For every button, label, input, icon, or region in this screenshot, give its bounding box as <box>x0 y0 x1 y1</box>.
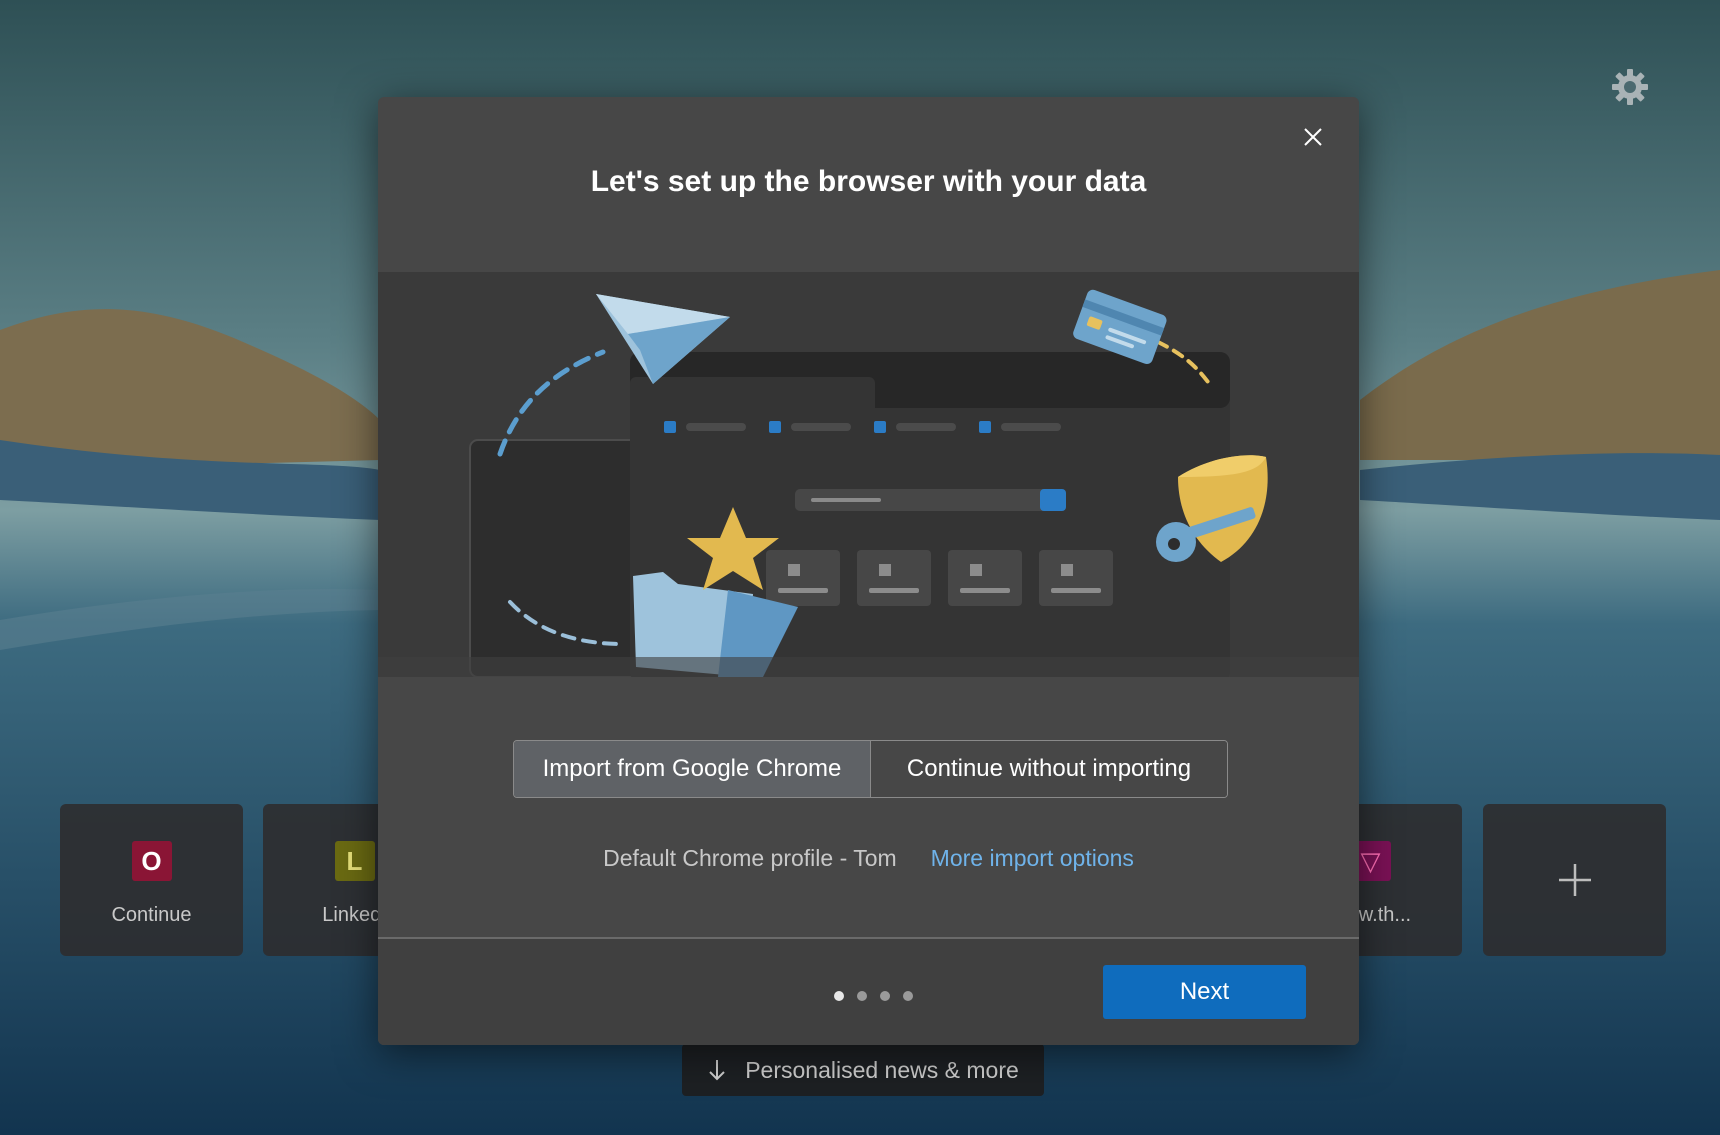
step-dot <box>834 991 844 1001</box>
next-button[interactable]: Next <box>1103 965 1306 1019</box>
more-import-options-link[interactable]: More import options <box>931 845 1134 872</box>
continue-without-importing-button[interactable]: Continue without importing <box>870 741 1227 797</box>
news-label: Personalised news & more <box>745 1056 1019 1083</box>
gear-icon <box>1612 69 1648 105</box>
import-choice-group: Import from Google Chrome Continue witho… <box>513 740 1228 798</box>
add-site-tile[interactable] <box>1483 804 1666 956</box>
dialog-footer: Next <box>378 937 1359 1045</box>
plus-icon <box>1558 864 1591 896</box>
import-from-chrome-button[interactable]: Import from Google Chrome <box>514 741 870 797</box>
profile-text: Default Chrome profile - Tom <box>603 845 897 871</box>
step-dot <box>903 991 913 1001</box>
arrow-down-icon <box>709 1060 725 1081</box>
close-button[interactable] <box>1293 117 1333 157</box>
personalised-news-button[interactable]: Personalised news & more <box>682 1044 1044 1096</box>
close-icon <box>1304 128 1322 146</box>
dialog-title: Let's set up the browser with your data <box>590 165 1147 198</box>
tile-label: Continue <box>111 904 192 926</box>
site-badge: L <box>334 841 375 881</box>
step-indicator <box>834 991 913 1001</box>
profile-row: Default Chrome profile - Tom More import… <box>378 845 1359 872</box>
hero-illustration <box>378 272 1359 677</box>
import-data-dialog: Let's set up the browser with your data <box>378 97 1359 1045</box>
step-dot <box>880 991 890 1001</box>
settings-button[interactable] <box>1606 63 1654 111</box>
step-dot <box>857 991 867 1001</box>
site-badge: O <box>131 841 172 881</box>
quick-link-tile[interactable]: O Continue <box>60 804 243 956</box>
